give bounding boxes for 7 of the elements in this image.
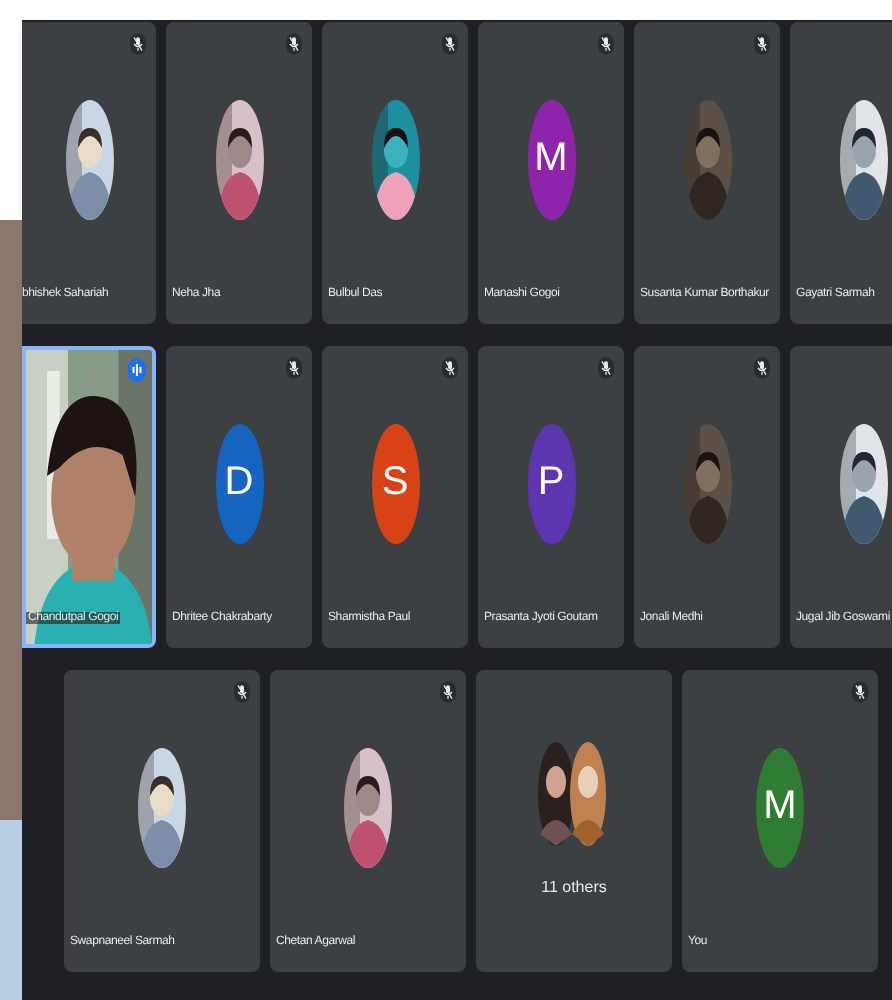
avatar: D [215,423,263,543]
avatar: P [527,423,575,543]
participant-tile[interactable]: 11 others [476,670,672,972]
participant-name: 11 others [539,878,609,896]
avatar: M [756,747,804,867]
avatar: S [371,423,419,543]
avatar: M [527,99,575,219]
